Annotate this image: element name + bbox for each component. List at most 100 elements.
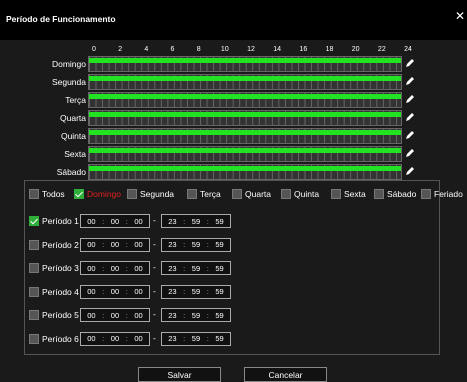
start-time-segment[interactable]: 00 <box>87 311 95 320</box>
day-timeline[interactable] <box>88 74 402 90</box>
end-time-segment[interactable]: 23 <box>168 334 176 343</box>
start-time-segment[interactable]: 00 <box>134 264 142 273</box>
period-checkbox[interactable]: Período 5 <box>29 308 79 322</box>
pencil-icon[interactable] <box>405 76 415 86</box>
checkbox-label: Quinta <box>294 189 320 199</box>
period-end-time[interactable]: 23:59:59 <box>161 237 231 252</box>
start-time-segment[interactable]: 00 <box>134 217 142 226</box>
hour-label: 4 <box>144 46 149 53</box>
hour-label: 20 <box>351 46 360 53</box>
end-time-segment[interactable]: 59 <box>215 240 223 249</box>
pencil-icon[interactable] <box>405 94 415 104</box>
start-time-segment[interactable]: 00 <box>111 240 119 249</box>
day-label: Segunda <box>51 77 86 87</box>
time-separator: : <box>102 240 105 249</box>
period-end-time[interactable]: 23:59:59 <box>161 261 231 275</box>
time-separator: : <box>102 310 105 320</box>
checkbox-todos[interactable]: Todos <box>29 187 65 201</box>
start-time-segment[interactable]: 00 <box>134 287 142 296</box>
period-checkbox[interactable]: Período 2 <box>29 238 79 252</box>
pencil-icon[interactable] <box>405 148 415 158</box>
period-row: Período 4 00:00:00-23:59:59 <box>29 284 439 299</box>
checkbox-segunda[interactable]: Segunda <box>127 187 174 201</box>
end-time-segment[interactable]: 23 <box>168 264 176 273</box>
start-time-segment[interactable]: 00 <box>87 217 95 226</box>
close-icon[interactable]: ✕ <box>455 10 465 22</box>
start-time-segment[interactable]: 00 <box>111 334 119 343</box>
checkbox-quarta[interactable]: Quarta <box>232 187 271 201</box>
start-time-segment[interactable]: 00 <box>87 240 95 249</box>
start-time-segment[interactable]: 00 <box>111 217 119 226</box>
range-separator: - <box>153 332 156 343</box>
day-timeline[interactable] <box>88 146 402 162</box>
hour-label: 0 <box>92 46 96 53</box>
checkbox-sábado[interactable]: Sábado <box>374 187 416 201</box>
day-timeline[interactable] <box>88 128 402 144</box>
end-time-segment[interactable]: 23 <box>168 240 176 249</box>
checkbox-label: Domingo <box>87 189 122 199</box>
period-checkbox[interactable]: Período 6 <box>29 332 79 346</box>
checkbox-quinta[interactable]: Quinta <box>281 187 319 201</box>
time-separator: : <box>125 240 128 249</box>
day-timeline[interactable] <box>88 92 402 108</box>
period-end-time[interactable]: 23:59:59 <box>161 331 231 346</box>
pencil-icon[interactable] <box>405 130 415 140</box>
end-time-segment[interactable]: 59 <box>215 311 223 320</box>
period-start-time[interactable]: 00:00:00 <box>80 331 150 346</box>
day-label: Sábado <box>56 167 86 177</box>
time-separator: : <box>125 334 128 343</box>
period-start-time[interactable]: 00:00:00 <box>80 237 150 252</box>
checkbox-icon <box>232 189 242 199</box>
pencil-icon[interactable] <box>405 166 415 176</box>
end-time-segment[interactable]: 59 <box>192 311 200 320</box>
end-time-segment[interactable]: 59 <box>215 334 223 343</box>
end-time-segment[interactable]: 59 <box>215 287 223 296</box>
cancel-button[interactable]: Cancelar <box>244 367 327 382</box>
day-label: Quinta <box>60 131 86 141</box>
end-time-segment[interactable]: 59 <box>192 264 200 273</box>
end-time-segment[interactable]: 59 <box>192 217 200 226</box>
checkbox-sexta[interactable]: Sexta <box>331 187 366 201</box>
period-row: Período 1 00:00:00-23:59:59 <box>29 214 439 228</box>
day-timeline[interactable] <box>88 164 402 180</box>
end-time-segment[interactable]: 23 <box>168 311 176 320</box>
period-start-time[interactable]: 00:00:00 <box>80 261 150 275</box>
start-time-segment[interactable]: 00 <box>134 240 142 249</box>
end-time-segment[interactable]: 59 <box>215 217 223 226</box>
range-separator: - <box>153 262 156 272</box>
end-time-segment[interactable]: 59 <box>192 334 200 343</box>
day-timeline[interactable] <box>88 56 402 72</box>
period-checkbox[interactable]: Período 4 <box>29 285 79 299</box>
checkbox-domingo[interactable]: Domingo <box>74 187 121 201</box>
start-time-segment[interactable]: 00 <box>111 311 119 320</box>
checkbox-feriado[interactable]: Feriado <box>421 187 463 201</box>
checkbox-icon <box>29 216 39 226</box>
period-checkbox[interactable]: Período 1 <box>29 214 79 228</box>
end-time-segment[interactable]: 59 <box>192 240 200 249</box>
pencil-icon[interactable] <box>405 112 415 122</box>
pencil-icon[interactable] <box>405 58 415 68</box>
period-end-time[interactable]: 23:59:59 <box>161 214 231 228</box>
period-end-time[interactable]: 23:59:59 <box>161 308 231 322</box>
period-checkbox[interactable]: Período 3 <box>29 261 79 275</box>
end-time-segment[interactable]: 23 <box>168 287 176 296</box>
period-start-time[interactable]: 00:00:00 <box>80 308 150 322</box>
period-start-time[interactable]: 00:00:00 <box>80 284 150 299</box>
start-time-segment[interactable]: 00 <box>87 264 95 273</box>
day-row-segunda: Segunda <box>6 74 426 90</box>
hour-label: 24 <box>404 46 412 53</box>
start-time-segment[interactable]: 00 <box>87 287 95 296</box>
start-time-segment[interactable]: 00 <box>134 334 142 343</box>
start-time-segment[interactable]: 00 <box>134 311 142 320</box>
end-time-segment[interactable]: 59 <box>215 264 223 273</box>
start-time-segment[interactable]: 00 <box>111 264 119 273</box>
start-time-segment[interactable]: 00 <box>111 287 119 296</box>
end-time-segment[interactable]: 59 <box>192 287 200 296</box>
save-button[interactable]: Salvar <box>138 367 221 382</box>
start-time-segment[interactable]: 00 <box>87 334 95 343</box>
end-time-segment[interactable]: 23 <box>168 217 176 226</box>
period-start-time[interactable]: 00:00:00 <box>80 214 150 228</box>
period-end-time[interactable]: 23:59:59 <box>161 284 231 299</box>
day-timeline[interactable] <box>88 110 402 126</box>
checkbox-terça[interactable]: Terça <box>187 187 221 201</box>
